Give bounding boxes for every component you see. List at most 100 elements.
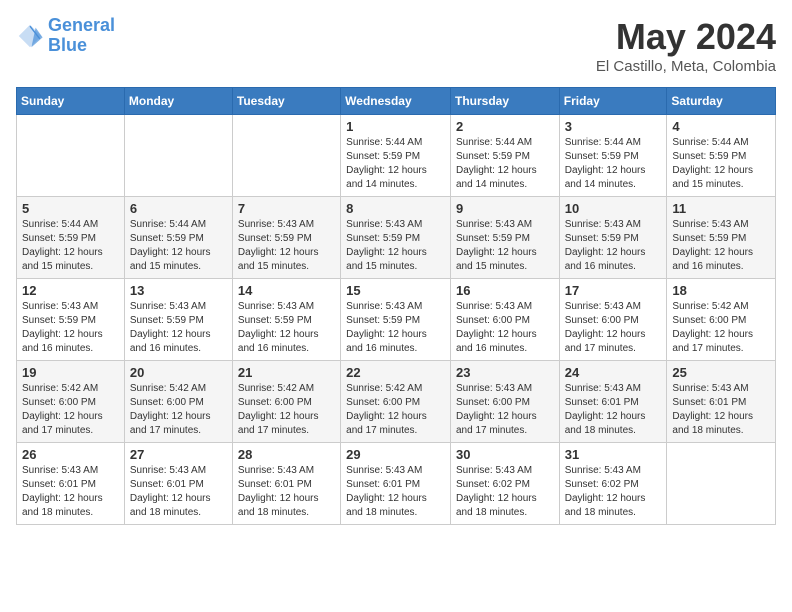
day-info: Sunrise: 5:43 AM Sunset: 5:59 PM Dayligh…	[346, 300, 445, 356]
calendar-cell: 3 Sunrise: 5:44 AM Sunset: 5:59 PM Daylig…	[559, 115, 667, 197]
calendar-cell: 8 Sunrise: 5:43 AM Sunset: 5:59 PM Daylig…	[341, 197, 451, 279]
weekday-header: Thursday	[450, 88, 559, 115]
day-number: 3	[565, 119, 662, 134]
calendar-cell: 4Sunrise: 5:44 AM Sunset: 5:59 PM Daylig…	[667, 115, 776, 197]
calendar-cell: 2 Sunrise: 5:44 AM Sunset: 5:59 PM Daylig…	[450, 115, 559, 197]
day-info: Sunrise: 5:43 AM Sunset: 6:01 PM Dayligh…	[672, 382, 770, 438]
calendar-cell: 29 Sunrise: 5:43 AM Sunset: 6:01 PM Dayli…	[341, 443, 451, 525]
day-info: Sunrise: 5:44 AM Sunset: 5:59 PM Dayligh…	[130, 218, 227, 274]
calendar-cell: 26 Sunrise: 5:43 AM Sunset: 6:01 PM Dayli…	[17, 443, 125, 525]
day-info: Sunrise: 5:43 AM Sunset: 5:59 PM Dayligh…	[22, 300, 119, 356]
weekday-header-row: SundayMondayTuesdayWednesdayThursdayFrid…	[17, 88, 776, 115]
day-number: 11	[672, 201, 770, 216]
day-info: Sunrise: 5:43 AM Sunset: 5:59 PM Dayligh…	[456, 218, 554, 274]
day-info: Sunrise: 5:43 AM Sunset: 6:01 PM Dayligh…	[22, 464, 119, 520]
weekday-header: Tuesday	[232, 88, 340, 115]
logo-text: General Blue	[48, 16, 115, 56]
day-info: Sunrise: 5:43 AM Sunset: 6:01 PM Dayligh…	[346, 464, 445, 520]
day-number: 15	[346, 283, 445, 298]
calendar-cell: 18 Sunrise: 5:42 AM Sunset: 6:00 PM Dayli…	[667, 279, 776, 361]
day-info: Sunrise: 5:42 AM Sunset: 6:00 PM Dayligh…	[672, 300, 770, 356]
day-number: 12	[22, 283, 119, 298]
calendar-cell: 1 Sunrise: 5:44 AM Sunset: 5:59 PM Daylig…	[341, 115, 451, 197]
day-info: Sunrise: 5:44 AM Sunset: 5:59 PM Dayligh…	[346, 136, 445, 192]
calendar-table: SundayMondayTuesdayWednesdayThursdayFrid…	[16, 87, 776, 525]
calendar-cell: 27 Sunrise: 5:43 AM Sunset: 6:01 PM Dayli…	[124, 443, 232, 525]
calendar-cell	[667, 443, 776, 525]
calendar-cell: 24 Sunrise: 5:43 AM Sunset: 6:01 PM Dayli…	[559, 361, 667, 443]
day-number: 18	[672, 283, 770, 298]
day-number: 13	[130, 283, 227, 298]
calendar-cell: 16 Sunrise: 5:43 AM Sunset: 6:00 PM Dayli…	[450, 279, 559, 361]
calendar-cell	[232, 115, 340, 197]
day-number: 9	[456, 201, 554, 216]
calendar-cell: 6 Sunrise: 5:44 AM Sunset: 5:59 PM Daylig…	[124, 197, 232, 279]
day-number: 1	[346, 119, 445, 134]
day-number: 24	[565, 365, 662, 380]
day-info: Sunrise: 5:42 AM Sunset: 6:00 PM Dayligh…	[346, 382, 445, 438]
day-info: Sunrise: 5:43 AM Sunset: 5:59 PM Dayligh…	[672, 218, 770, 274]
day-info: Sunrise: 5:43 AM Sunset: 5:59 PM Dayligh…	[130, 300, 227, 356]
day-info: Sunrise: 5:43 AM Sunset: 6:01 PM Dayligh…	[238, 464, 335, 520]
day-info: Sunrise: 5:43 AM Sunset: 5:59 PM Dayligh…	[238, 218, 335, 274]
day-number: 6	[130, 201, 227, 216]
calendar-cell: 19 Sunrise: 5:42 AM Sunset: 6:00 PM Dayli…	[17, 361, 125, 443]
day-number: 31	[565, 447, 662, 462]
day-info: Sunrise: 5:42 AM Sunset: 6:00 PM Dayligh…	[238, 382, 335, 438]
day-number: 10	[565, 201, 662, 216]
calendar-week-row: 19 Sunrise: 5:42 AM Sunset: 6:00 PM Dayli…	[17, 361, 776, 443]
calendar-cell: 13 Sunrise: 5:43 AM Sunset: 5:59 PM Dayli…	[124, 279, 232, 361]
logo: General Blue	[16, 16, 115, 56]
day-number: 22	[346, 365, 445, 380]
day-number: 21	[238, 365, 335, 380]
day-info: Sunrise: 5:43 AM Sunset: 6:01 PM Dayligh…	[565, 382, 662, 438]
weekday-header: Saturday	[667, 88, 776, 115]
calendar-cell: 5 Sunrise: 5:44 AM Sunset: 5:59 PM Daylig…	[17, 197, 125, 279]
calendar-cell: 17 Sunrise: 5:43 AM Sunset: 6:00 PM Dayli…	[559, 279, 667, 361]
calendar-cell: 11 Sunrise: 5:43 AM Sunset: 5:59 PM Dayli…	[667, 197, 776, 279]
calendar-week-row: 1 Sunrise: 5:44 AM Sunset: 5:59 PM Daylig…	[17, 115, 776, 197]
calendar-week-row: 12 Sunrise: 5:43 AM Sunset: 5:59 PM Dayli…	[17, 279, 776, 361]
day-number: 27	[130, 447, 227, 462]
page-header: General Blue May 2024 El Castillo, Meta,…	[16, 16, 776, 75]
day-number: 28	[238, 447, 335, 462]
day-info: Sunrise: 5:43 AM Sunset: 6:02 PM Dayligh…	[456, 464, 554, 520]
calendar-week-row: 26 Sunrise: 5:43 AM Sunset: 6:01 PM Dayli…	[17, 443, 776, 525]
day-number: 19	[22, 365, 119, 380]
weekday-header: Wednesday	[341, 88, 451, 115]
calendar-cell: 23Sunrise: 5:43 AM Sunset: 6:00 PM Dayli…	[450, 361, 559, 443]
day-number: 8	[346, 201, 445, 216]
weekday-header: Friday	[559, 88, 667, 115]
day-info: Sunrise: 5:44 AM Sunset: 5:59 PM Dayligh…	[456, 136, 554, 192]
weekday-header: Monday	[124, 88, 232, 115]
day-info: Sunrise: 5:43 AM Sunset: 6:01 PM Dayligh…	[130, 464, 227, 520]
logo-icon	[16, 22, 44, 50]
day-number: 26	[22, 447, 119, 462]
calendar-cell: 25 Sunrise: 5:43 AM Sunset: 6:01 PM Dayli…	[667, 361, 776, 443]
day-number: 25	[672, 365, 770, 380]
day-info: Sunrise: 5:44 AM Sunset: 5:59 PM Dayligh…	[565, 136, 662, 192]
day-number: 29	[346, 447, 445, 462]
calendar-cell	[124, 115, 232, 197]
day-info: Sunrise: 5:43 AM Sunset: 5:59 PM Dayligh…	[238, 300, 335, 356]
day-info: Sunrise: 5:43 AM Sunset: 6:00 PM Dayligh…	[456, 382, 554, 438]
day-info: Sunrise: 5:43 AM Sunset: 6:00 PM Dayligh…	[456, 300, 554, 356]
day-info: Sunrise: 5:42 AM Sunset: 6:00 PM Dayligh…	[130, 382, 227, 438]
day-number: 5	[22, 201, 119, 216]
weekday-header: Sunday	[17, 88, 125, 115]
day-info: Sunrise: 5:43 AM Sunset: 6:00 PM Dayligh…	[565, 300, 662, 356]
calendar-cell: 31 Sunrise: 5:43 AM Sunset: 6:02 PM Dayli…	[559, 443, 667, 525]
day-info: Sunrise: 5:43 AM Sunset: 6:02 PM Dayligh…	[565, 464, 662, 520]
calendar-cell: 10Sunrise: 5:43 AM Sunset: 5:59 PM Dayli…	[559, 197, 667, 279]
day-info: Sunrise: 5:42 AM Sunset: 6:00 PM Dayligh…	[22, 382, 119, 438]
day-number: 16	[456, 283, 554, 298]
day-number: 17	[565, 283, 662, 298]
day-info: Sunrise: 5:44 AM Sunset: 5:59 PM Dayligh…	[22, 218, 119, 274]
calendar-cell: 14Sunrise: 5:43 AM Sunset: 5:59 PM Dayli…	[232, 279, 340, 361]
day-number: 7	[238, 201, 335, 216]
day-number: 30	[456, 447, 554, 462]
day-info: Sunrise: 5:43 AM Sunset: 5:59 PM Dayligh…	[346, 218, 445, 274]
day-info: Sunrise: 5:44 AM Sunset: 5:59 PM Dayligh…	[672, 136, 770, 192]
day-number: 2	[456, 119, 554, 134]
month-title: May 2024	[596, 16, 776, 58]
